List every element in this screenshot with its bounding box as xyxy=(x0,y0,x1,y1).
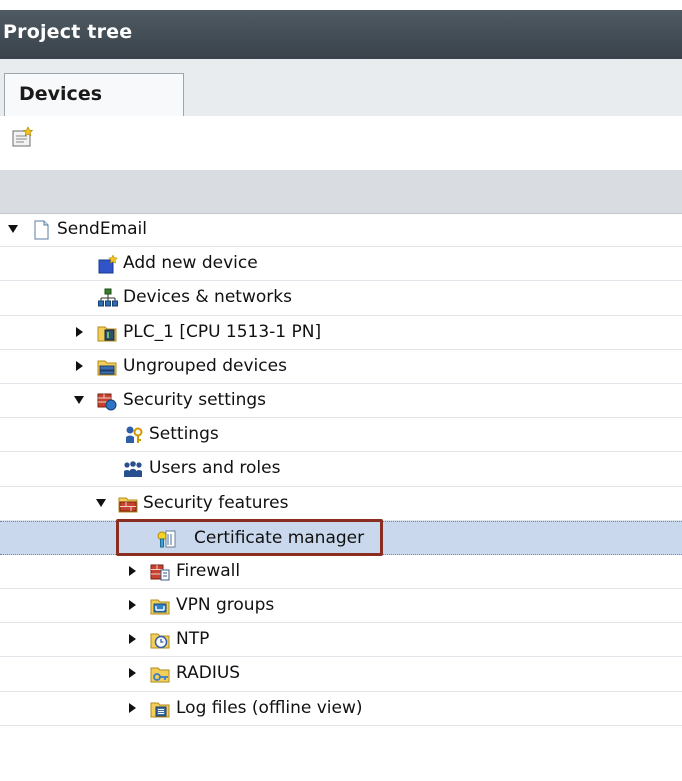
tree-header xyxy=(0,170,682,214)
tree-item-label: SendEmail xyxy=(57,219,147,239)
firewall-folder-icon xyxy=(118,497,138,512)
expand-arrow-icon[interactable] xyxy=(96,498,106,507)
settings-key-icon xyxy=(126,426,143,444)
tree-item-settings[interactable]: Settings xyxy=(0,418,682,453)
project-tree: SendEmail Add new device Devices & netwo… xyxy=(0,213,682,726)
plc-icon xyxy=(97,326,117,342)
tab-strip: Devices xyxy=(0,59,682,117)
tree-item-label: Add new device xyxy=(123,253,258,274)
ungrouped-devices-icon xyxy=(97,360,117,376)
tree-item-label: PLC_1 [CPU 1513-1 PN] xyxy=(123,321,322,342)
new-folder-icon[interactable] xyxy=(12,126,34,148)
tree-item-ungrouped-devices[interactable]: Ungrouped devices xyxy=(0,350,682,384)
collapse-arrow-icon[interactable] xyxy=(76,326,83,337)
security-settings-icon xyxy=(97,393,117,411)
tree-item-devices-networks[interactable]: Devices & networks xyxy=(0,281,682,316)
tree-item-label: NTP xyxy=(176,629,210,650)
tree-item-security-features[interactable]: Security features xyxy=(0,487,682,521)
tree-item-label: Certificate manager xyxy=(194,527,365,548)
radius-key-icon xyxy=(150,667,170,683)
expand-arrow-icon[interactable] xyxy=(74,395,84,404)
collapse-arrow-icon[interactable] xyxy=(129,565,136,576)
tree-item-plc-1[interactable]: PLC_1 [CPU 1513-1 PN] xyxy=(0,316,682,350)
tree-item-label: Log files (offline view) xyxy=(176,697,363,718)
collapse-arrow-icon[interactable] xyxy=(129,634,136,645)
tree-item-radius[interactable]: RADIUS xyxy=(0,657,682,692)
log-files-icon xyxy=(150,702,170,718)
tab-devices[interactable]: Devices xyxy=(4,73,184,117)
tree-item-add-new-device[interactable]: Add new device xyxy=(0,247,682,282)
collapse-arrow-icon[interactable] xyxy=(129,702,136,713)
add-device-icon xyxy=(98,254,118,274)
firewall-icon xyxy=(150,564,170,581)
collapse-arrow-icon[interactable] xyxy=(129,600,136,611)
project-icon xyxy=(34,220,49,240)
vpn-icon xyxy=(150,599,170,615)
tree-item-label: Devices & networks xyxy=(123,287,292,308)
tree-item-label: Security settings xyxy=(123,389,267,410)
collapse-arrow-icon[interactable] xyxy=(129,668,136,679)
ntp-clock-icon xyxy=(150,633,170,649)
tree-item-users-and-roles[interactable]: Users and roles xyxy=(0,452,682,487)
tree-item-label: Settings xyxy=(149,424,219,445)
tree-item-label: Users and roles xyxy=(149,458,281,479)
expand-arrow-icon[interactable] xyxy=(8,225,18,233)
users-icon xyxy=(124,461,142,478)
tree-item-label: Firewall xyxy=(176,560,241,581)
tree-item-log-files[interactable]: Log files (offline view) xyxy=(0,692,682,726)
panel-title: Project tree xyxy=(0,10,682,59)
tree-item-sendemail[interactable]: SendEmail xyxy=(0,213,682,248)
tree-item-label: Ungrouped devices xyxy=(123,355,287,376)
tree-item-firewall[interactable]: Firewall xyxy=(0,555,682,590)
tree-item-vpn-groups[interactable]: VPN groups xyxy=(0,589,682,624)
toolbar xyxy=(0,116,682,170)
tree-item-label: VPN groups xyxy=(176,595,275,616)
certificate-icon xyxy=(157,530,176,548)
tree-item-security-settings[interactable]: Security settings xyxy=(0,384,682,419)
collapse-arrow-icon[interactable] xyxy=(76,360,83,371)
tree-item-ntp[interactable]: NTP xyxy=(0,623,682,658)
tree-item-certificate-manager[interactable]: Certificate manager xyxy=(0,518,682,556)
tree-item-label: RADIUS xyxy=(176,663,241,684)
tree-item-label: Security features xyxy=(143,492,289,513)
network-icon xyxy=(98,288,118,307)
